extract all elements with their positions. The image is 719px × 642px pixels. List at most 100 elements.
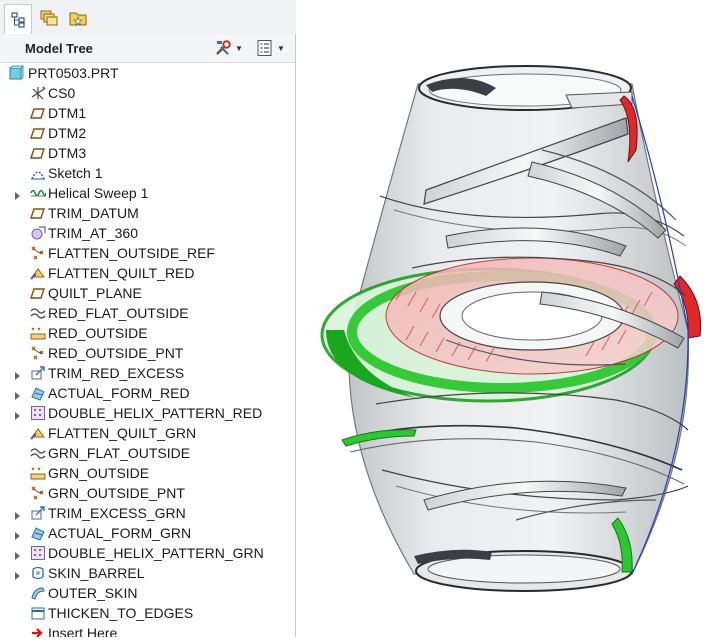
tab-model-tree[interactable] xyxy=(4,4,32,35)
tree-item[interactable]: DOUBLE_HELIX_PATTERN_GRN xyxy=(0,543,295,563)
expand-arrow-icon[interactable] xyxy=(12,508,22,520)
datum-plane-icon xyxy=(30,108,45,119)
helical-sweep-icon xyxy=(30,189,46,197)
tree-item[interactable]: TRIM_EXCESS_GRN xyxy=(0,503,295,523)
model-view[interactable] xyxy=(296,0,719,637)
tree-item[interactable]: GRN_OUTSIDE_PNT xyxy=(0,483,295,503)
expand-arrow-icon[interactable] xyxy=(12,368,22,380)
tree-item-label: Helical Sweep 1 xyxy=(48,185,149,201)
sketch-icon xyxy=(31,171,45,180)
tree-item-label: Sketch 1 xyxy=(48,165,103,181)
pattern-icon xyxy=(31,406,45,420)
tree-item[interactable]: Sketch 1 xyxy=(0,163,295,183)
tree-item[interactable]: RED_OUTSIDE_PNT xyxy=(0,343,295,363)
flatten-quilt-icon xyxy=(30,268,45,280)
tree-root[interactable]: PRT0503.PRT xyxy=(0,63,295,83)
tree-item[interactable]: THICKEN_TO_EDGES xyxy=(0,603,295,623)
model-tree-header: Model Tree ▼ ▼ xyxy=(0,34,295,63)
curve-icon xyxy=(30,308,46,319)
tree-item[interactable]: ACTUAL_FORM_RED xyxy=(0,383,295,403)
insert-arrow-icon xyxy=(32,628,43,637)
tree-item[interactable]: OUTER_SKIN xyxy=(0,583,295,603)
tree-item-label: FLATTEN_OUTSIDE_REF xyxy=(48,245,215,261)
tree-item[interactable]: RED_OUTSIDE xyxy=(0,323,295,343)
expand-arrow-icon[interactable] xyxy=(12,568,22,580)
tree-item-label: DTM3 xyxy=(48,145,87,161)
thicken-icon xyxy=(31,607,45,620)
tree-item[interactable]: Helical Sweep 1 xyxy=(0,183,295,203)
reference-points-icon xyxy=(31,346,44,360)
expand-arrow-icon[interactable] xyxy=(12,388,22,400)
tree-item-label: GRN_OUTSIDE_PNT xyxy=(48,485,185,501)
tree-item-label: TRIM_EXCESS_GRN xyxy=(48,505,186,521)
tree-item-label: SKIN_BARREL xyxy=(48,565,145,581)
expand-arrow-icon[interactable] xyxy=(12,408,22,420)
tree-item-label: QUILT_PLANE xyxy=(48,285,142,301)
graphics-viewport[interactable] xyxy=(296,0,719,637)
model-tree-title: Model Tree xyxy=(25,41,93,56)
tree-item[interactable]: TRIM_DATUM xyxy=(0,203,295,223)
tree-item[interactable]: Insert Here xyxy=(0,623,295,637)
tree-item[interactable]: CS0 xyxy=(0,83,295,103)
tree-item-label: TRIM_DATUM xyxy=(48,205,139,221)
tree-item-label: TRIM_RED_EXCESS xyxy=(48,365,185,381)
pattern-icon xyxy=(31,546,45,560)
tree-item[interactable]: FLATTEN_QUILT_RED xyxy=(0,263,295,283)
tree-item-label: OUTER_SKIN xyxy=(48,585,138,601)
tree-item-label: FLATTEN_QUILT_GRN xyxy=(48,425,197,441)
point-set-icon xyxy=(30,327,46,340)
tree-item-label: ACTUAL_FORM_GRN xyxy=(48,525,192,541)
tree-item-label: RED_OUTSIDE xyxy=(48,325,148,341)
show-columns-button[interactable]: ▼ xyxy=(256,39,285,57)
tree-item-label: RED_OUTSIDE_PNT xyxy=(48,345,184,361)
tab-favorites[interactable] xyxy=(64,4,92,32)
tree-item-label: THICKEN_TO_EDGES xyxy=(48,605,194,621)
reference-points-icon xyxy=(31,486,44,500)
tree-item[interactable]: DTM1 xyxy=(0,103,295,123)
tree-item[interactable]: DTM2 xyxy=(0,123,295,143)
flatten-quilt-icon xyxy=(30,428,45,440)
tree-item-label: DOUBLE_HELIX_PATTERN_GRN xyxy=(48,545,264,561)
tree-item[interactable]: GRN_OUTSIDE xyxy=(0,463,295,483)
reference-points-icon xyxy=(31,246,44,260)
part-icon xyxy=(9,65,24,80)
tree-item[interactable]: DOUBLE_HELIX_PATTERN_RED xyxy=(0,403,295,423)
tree-item-label: RED_FLAT_OUTSIDE xyxy=(48,305,189,321)
tree-item-label: DTM1 xyxy=(48,105,87,121)
tree-item[interactable]: TRIM_RED_EXCESS xyxy=(0,363,295,383)
expand-arrow-icon[interactable] xyxy=(12,528,22,540)
tab-layers[interactable] xyxy=(35,4,63,32)
expand-arrow-icon[interactable] xyxy=(12,188,22,200)
tree-item[interactable]: DTM3 xyxy=(0,143,295,163)
tree-settings-button[interactable]: ▼ xyxy=(214,39,243,57)
show-columns-icon xyxy=(257,40,272,56)
datum-plane-icon xyxy=(30,288,45,299)
tree-item-label: Insert Here xyxy=(48,625,118,637)
tree-item[interactable]: GRN_FLAT_OUTSIDE xyxy=(0,443,295,463)
tools-icon xyxy=(216,40,231,55)
chevron-down-icon: ▼ xyxy=(277,43,285,53)
tree-item-label: DTM2 xyxy=(48,125,87,141)
tree-item[interactable]: FLATTEN_OUTSIDE_REF xyxy=(0,243,295,263)
trim-icon xyxy=(31,366,45,380)
tree-item[interactable]: ACTUAL_FORM_GRN xyxy=(0,523,295,543)
form-icon xyxy=(31,527,45,541)
model-tree-panel: Model Tree ▼ ▼ PRT0503.PRT CS0 DTM1 DTM2… xyxy=(0,34,296,637)
chevron-down-icon: ▼ xyxy=(235,43,243,53)
tree-item[interactable]: QUILT_PLANE xyxy=(0,283,295,303)
tree-item-label: GRN_OUTSIDE xyxy=(48,465,150,481)
datum-plane-icon xyxy=(30,128,45,139)
expand-arrow-icon[interactable] xyxy=(12,548,22,560)
coordinate-system-icon xyxy=(31,86,46,100)
tree-item-label: DOUBLE_HELIX_PATTERN_RED xyxy=(48,405,263,421)
tree-item[interactable]: SKIN_BARREL xyxy=(0,563,295,583)
tree-item[interactable]: FLATTEN_QUILT_GRN xyxy=(0,423,295,443)
tree-item-label: TRIM_AT_360 xyxy=(48,225,138,241)
tree-item[interactable]: TRIM_AT_360 xyxy=(0,223,295,243)
tree-item[interactable]: RED_FLAT_OUTSIDE xyxy=(0,303,295,323)
datum-plane-icon xyxy=(30,148,45,159)
tree-item-label: GRN_FLAT_OUTSIDE xyxy=(48,445,191,461)
model-tree-icon xyxy=(11,12,25,28)
layers-icon xyxy=(40,10,58,26)
tree-item-label: FLATTEN_QUILT_RED xyxy=(48,265,195,281)
